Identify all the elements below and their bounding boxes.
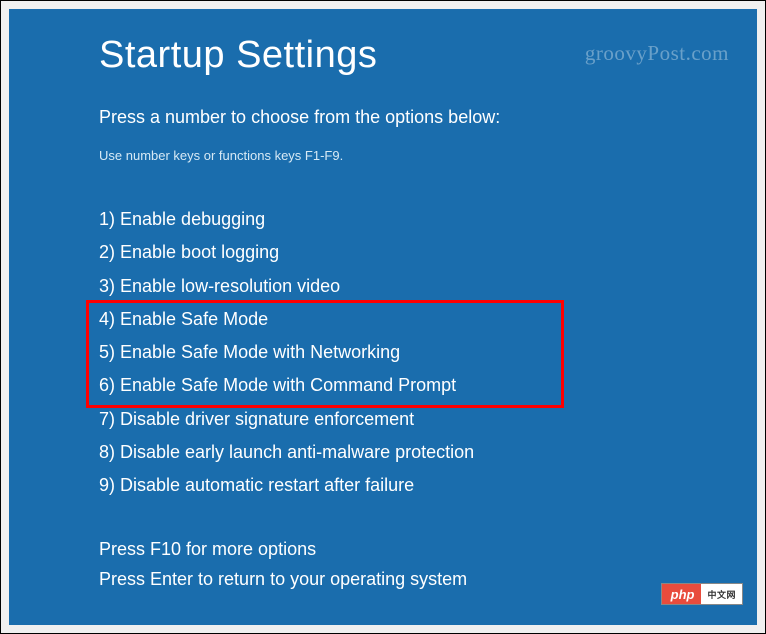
php-badge-text: 中文网 (701, 584, 742, 604)
option-enable-debugging[interactable]: 1) Enable debugging (99, 203, 667, 236)
key-hint: Use number keys or functions keys F1-F9. (99, 148, 667, 163)
option-enable-low-resolution-video[interactable]: 3) Enable low-resolution video (99, 270, 667, 303)
option-enable-safe-mode[interactable]: 4) Enable Safe Mode (99, 303, 667, 336)
php-badge: php 中文网 (661, 583, 743, 605)
option-enable-safe-mode-command-prompt[interactable]: 6) Enable Safe Mode with Command Prompt (99, 369, 667, 402)
option-enable-safe-mode-networking[interactable]: 5) Enable Safe Mode with Networking (99, 336, 667, 369)
footer-more-options: Press F10 for more options (99, 534, 467, 565)
page-title: Startup Settings (99, 34, 667, 77)
startup-settings-screen: groovyPost.com Startup Settings Press a … (9, 9, 757, 625)
php-badge-logo: php (662, 584, 702, 604)
footer-instructions: Press F10 for more options Press Enter t… (99, 534, 467, 595)
option-disable-anti-malware[interactable]: 8) Disable early launch anti-malware pro… (99, 436, 667, 469)
screenshot-frame: groovyPost.com Startup Settings Press a … (0, 0, 766, 634)
instruction-subtitle: Press a number to choose from the option… (99, 107, 667, 128)
watermark-text: groovyPost.com (585, 41, 729, 66)
startup-options-list: 1) Enable debugging 2) Enable boot loggi… (99, 203, 667, 503)
option-disable-driver-signature[interactable]: 7) Disable driver signature enforcement (99, 403, 667, 436)
option-enable-boot-logging[interactable]: 2) Enable boot logging (99, 236, 667, 269)
footer-return: Press Enter to return to your operating … (99, 564, 467, 595)
option-disable-auto-restart[interactable]: 9) Disable automatic restart after failu… (99, 469, 667, 502)
